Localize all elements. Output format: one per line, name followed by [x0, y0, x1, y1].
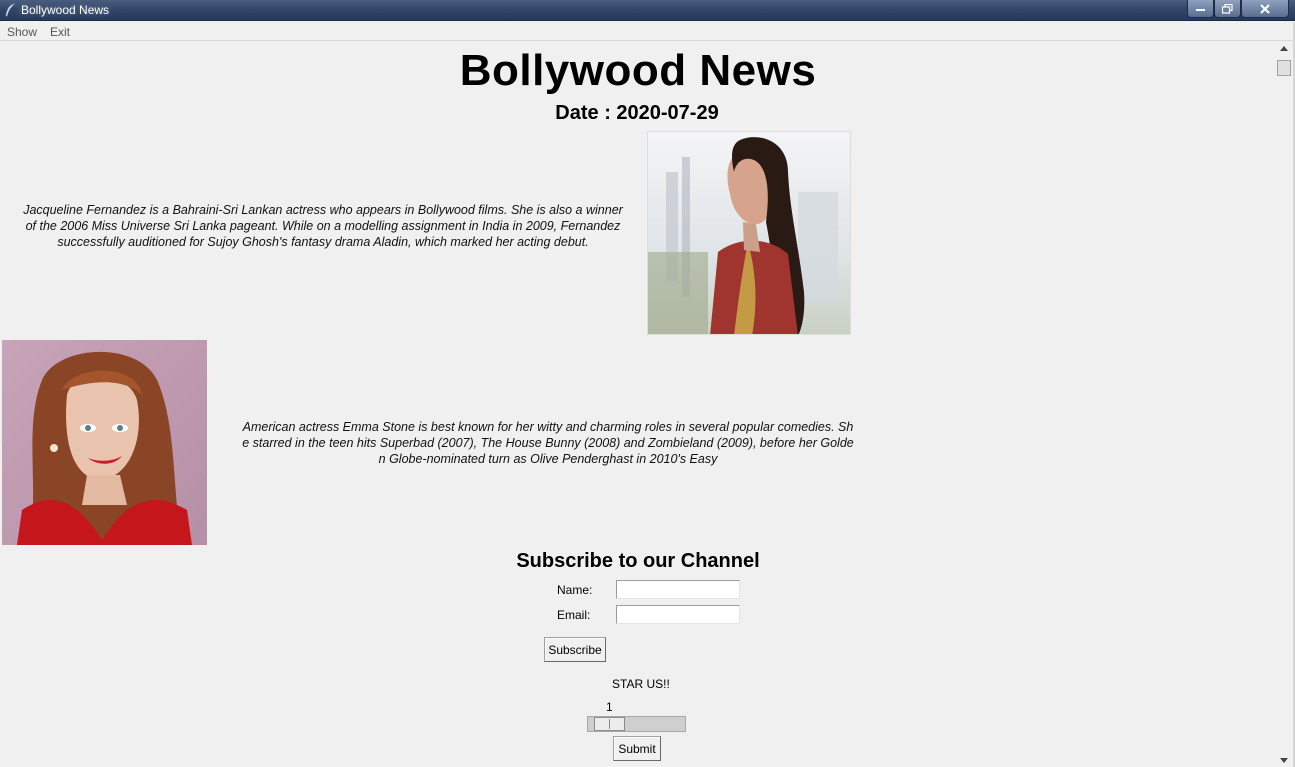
date-label: Date :: [555, 102, 617, 124]
article-text-emma-stone: American actress Emma Stone is best know…: [242, 420, 854, 466]
page-title: Bollywood News: [459, 46, 817, 95]
rating-slider-handle[interactable]: [594, 717, 625, 731]
scroll-down-arrow-icon[interactable]: [1280, 758, 1288, 763]
feather-icon: [5, 3, 15, 17]
minimize-button[interactable]: [1187, 0, 1214, 18]
submit-button[interactable]: Submit: [613, 736, 661, 761]
minimize-icon: [1196, 8, 1205, 11]
menu-exit[interactable]: Exit: [50, 25, 70, 39]
scrollbar-thumb[interactable]: [1277, 60, 1291, 76]
date-value: 2020-07-29: [616, 102, 719, 124]
name-input[interactable]: [616, 580, 740, 599]
email-input[interactable]: [616, 605, 740, 624]
star-us-label: STAR US!!: [612, 677, 670, 691]
scroll-up-arrow-icon[interactable]: [1280, 46, 1288, 51]
photo-emma-stone: [2, 340, 207, 545]
vertical-scrollbar[interactable]: [1276, 42, 1293, 767]
name-label: Name:: [557, 583, 593, 597]
restore-icon: [1222, 3, 1233, 14]
window-titlebar[interactable]: Bollywood News: [0, 0, 1295, 21]
subscribe-heading: Subscribe to our Channel: [516, 550, 760, 572]
close-icon: [1260, 3, 1270, 14]
email-label: Email:: [557, 608, 591, 622]
photo-jacqueline: [647, 131, 851, 335]
rating-value: 1: [606, 700, 613, 714]
date-line: Date : 2020-07-29: [0, 102, 1274, 125]
article-text-jacqueline: Jacqueline Fernandez is a Bahraini-Sri L…: [23, 203, 623, 249]
window-title: Bollywood News: [21, 3, 110, 17]
restore-button[interactable]: [1214, 0, 1241, 18]
close-button[interactable]: [1241, 0, 1289, 18]
menu-show[interactable]: Show: [7, 25, 37, 39]
subscribe-button[interactable]: Subscribe: [544, 637, 606, 662]
menu-bar: Show Exit: [0, 22, 1295, 41]
